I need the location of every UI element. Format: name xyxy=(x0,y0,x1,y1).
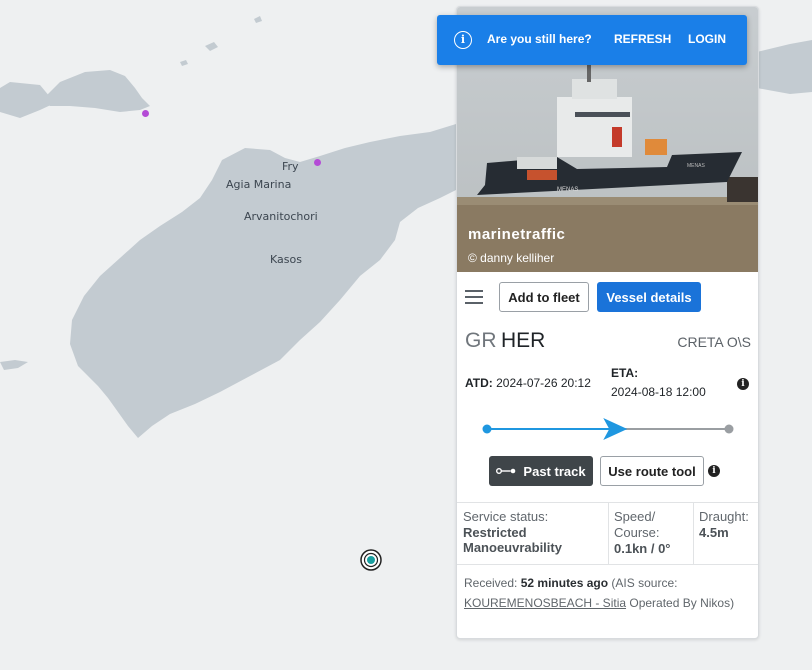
eta-label: ETA: xyxy=(611,366,639,380)
destination-port-code: HER xyxy=(500,329,546,352)
use-route-tool-button[interactable]: Use route tool xyxy=(600,456,704,486)
vessel-stats: Service status: Restricted Manoeuvrabili… xyxy=(457,502,758,565)
land-small-island xyxy=(42,70,150,112)
voyage-info-icon[interactable]: i xyxy=(737,378,749,390)
vessel-details-button[interactable]: Vessel details xyxy=(597,282,701,312)
vessel-toolbar: Add to fleet Vessel details xyxy=(457,280,758,316)
past-track-button[interactable]: Past track xyxy=(489,456,593,486)
login-button[interactable]: LOGIN xyxy=(688,32,726,46)
voyage-progress-bar xyxy=(482,418,734,440)
map-label-kasos: Kasos xyxy=(270,253,302,266)
atd-label: ATD: xyxy=(465,376,493,390)
destination-point xyxy=(724,424,734,434)
land-islet-1 xyxy=(180,60,188,66)
destination-country-code: GR xyxy=(465,329,497,352)
photo-brand-watermark: marinetraffic xyxy=(468,226,566,243)
service-status: Service status: Restricted Manoeuvrabili… xyxy=(463,509,562,570)
track-icon xyxy=(496,468,516,474)
svg-text:MENAS: MENAS xyxy=(557,187,578,193)
service-status-value-line2: Manoeuvrability xyxy=(463,540,562,555)
still-here-banner: i Are you still here? REFRESH LOGIN xyxy=(437,15,747,65)
map-label-agia-marina: Agia Marina xyxy=(226,178,292,191)
origin-point xyxy=(482,424,492,434)
svg-text:MENAS: MENAS xyxy=(687,163,705,169)
service-status-value-line1: Restricted xyxy=(463,525,527,540)
operated-by-label: Operated By xyxy=(629,596,697,610)
ais-source-prefix: (AIS source: xyxy=(611,576,678,590)
ais-station-link[interactable]: KOUREMENOSBEACH - Sitia xyxy=(464,596,626,610)
photo-credit: © danny kelliher xyxy=(468,251,555,265)
land-islet-2 xyxy=(205,42,218,51)
banner-message: Are you still here? xyxy=(487,32,592,46)
eta-value: 2024-08-18 12:00 xyxy=(611,385,706,399)
atd-value: 2024-07-26 20:12 xyxy=(496,376,591,390)
land-main-island xyxy=(70,124,456,438)
hamburger-menu-icon[interactable] xyxy=(465,290,483,304)
route-tool-info-icon[interactable]: i xyxy=(708,465,720,477)
past-track-label: Past track xyxy=(523,463,586,479)
land-east-coast xyxy=(757,40,812,94)
received-info: Received: 52 minutes ago (AIS source: KO… xyxy=(464,573,754,613)
speed-label-line2: Course: xyxy=(614,525,660,540)
speed-label-line1: Speed/ xyxy=(614,509,656,524)
vessel-info-panel: MENAS MENAS marinetraffic © danny kellih… xyxy=(456,6,759,639)
atd-row: ATD: 2024-07-26 20:12 xyxy=(465,376,591,390)
map-label-arvanitochori: Arvanitochori xyxy=(244,210,318,223)
speed-course: Speed/ Course: 0.1kn / 0° xyxy=(614,509,671,570)
received-age: 52 minutes ago xyxy=(520,576,609,590)
refresh-button[interactable]: REFRESH xyxy=(614,32,671,46)
received-label: Received: xyxy=(464,576,518,590)
port-dot[interactable] xyxy=(314,159,321,166)
service-status-label: Service status: xyxy=(463,509,549,524)
land-islet-west xyxy=(0,360,28,370)
info-icon: i xyxy=(454,31,472,49)
destination: GR HER CRETA O\S xyxy=(465,329,751,357)
speed-course-value: 0.1kn / 0° xyxy=(614,541,671,556)
draught-label: Draught: xyxy=(699,509,749,524)
destination-name: CRETA O\S xyxy=(677,334,751,350)
map-label-fry: Fry xyxy=(282,160,299,173)
draught-value: 4.5m xyxy=(699,525,729,540)
port-dot[interactable] xyxy=(142,110,149,117)
draught: Draught: 4.5m xyxy=(699,509,749,570)
land-islet-3 xyxy=(254,16,262,23)
operator-name: Nikos) xyxy=(700,596,735,610)
vessel-marker-icon[interactable] xyxy=(360,549,382,571)
add-to-fleet-button[interactable]: Add to fleet xyxy=(499,282,589,312)
